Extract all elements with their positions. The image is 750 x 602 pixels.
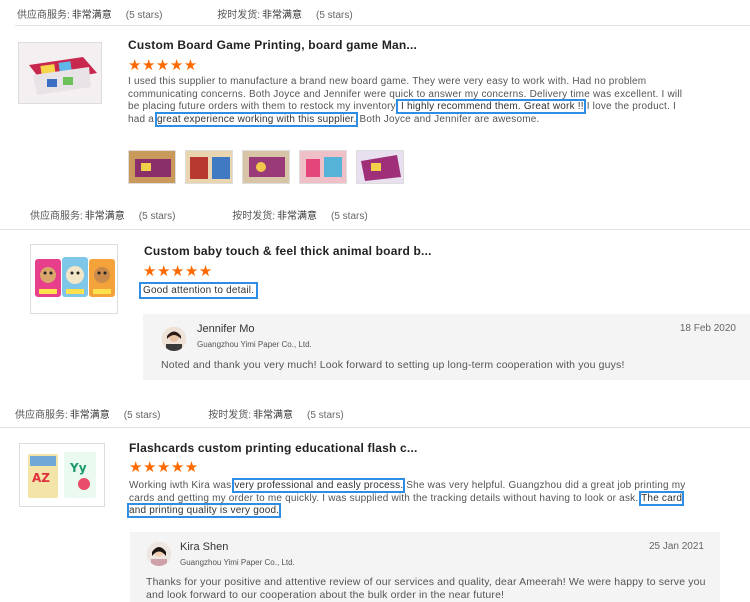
rating-stars: ★★★★★ [129, 459, 199, 476]
on-time-value: 非常满意 [277, 211, 318, 222]
supplier-service-stars: (5 stars) [123, 410, 161, 421]
supplier-service-stars: (5 stars) [138, 211, 176, 222]
svg-text:Yy: Yy [69, 461, 87, 475]
rating-summary-2: 供应商服务: 非常满意 (5 stars) 按时发货: 非常满意 (5 stars) [30, 207, 368, 222]
highlighted-phrase: I highly recommend them. Great work !! [396, 99, 586, 114]
review-block-3: 供应商服务: 非常满意 (5 stars) 按时发货: 非常满意 (5 stars) A… [0, 397, 750, 602]
supplier-reply: Jennifer Mo Guangzhou Yimi Paper Co., Lt… [143, 314, 750, 380]
review-text-part: Both Joyce and Jennifer are awesome. [356, 113, 540, 125]
on-time-label: 按时发货: [232, 211, 276, 222]
supplier-service-value: 非常满意 [69, 410, 110, 421]
supplier-service-label: 供应商服务: [17, 10, 70, 21]
reply-text: Thanks for your positive and attentive r… [146, 576, 706, 601]
supplier-service-value: 非常满意 [71, 10, 112, 21]
divider [15, 25, 750, 26]
review-photo[interactable] [128, 150, 176, 184]
reply-date: 18 Feb 2020 [679, 323, 736, 334]
review-photo[interactable] [356, 150, 404, 184]
review-photo[interactable] [242, 150, 290, 184]
supplier-service-stars: (5 stars) [125, 10, 163, 21]
rating-stars: ★★★★★ [143, 263, 213, 280]
replier-company: Guangzhou Yimi Paper Co., Ltd. [197, 340, 312, 349]
product-title[interactable]: Flashcards custom printing educational f… [129, 441, 418, 455]
review-photo[interactable] [299, 150, 347, 184]
product-thumbnail[interactable] [18, 42, 102, 104]
replier-company: Guangzhou Yimi Paper Co., Ltd. [180, 558, 295, 567]
supplier-reply: Kira Shen Guangzhou Yimi Paper Co., Ltd.… [130, 532, 720, 602]
product-thumbnail[interactable] [30, 244, 118, 314]
highlighted-phrase: Good attention to detail. [138, 282, 259, 299]
avatar [162, 327, 186, 351]
divider [0, 229, 750, 230]
supplier-service-label: 供应商服务: [30, 211, 83, 222]
supplier-service-label: 供应商服务: [15, 410, 68, 421]
on-time-label: 按时发货: [217, 10, 261, 21]
divider [0, 427, 750, 428]
on-time-value: 非常满意 [253, 410, 294, 421]
avatar [147, 542, 171, 566]
review-block-1: 供应商服务: 非常满意 (5 stars) 按时发货: 非常满意 (5 stars) C… [0, 0, 750, 197]
replier-name: Kira Shen [180, 541, 229, 553]
on-time-value: 非常满意 [262, 10, 303, 21]
on-time-stars: (5 stars) [316, 10, 353, 21]
svg-text:AZ: AZ [32, 471, 50, 485]
supplier-service-value: 非常满意 [84, 211, 125, 222]
product-title[interactable]: Custom baby touch & feel thick animal bo… [144, 244, 432, 258]
product-title[interactable]: Custom Board Game Printing, board game M… [128, 38, 417, 52]
on-time-stars: (5 stars) [331, 211, 368, 222]
review-text: Working iwth Kira was very professional … [126, 478, 691, 518]
review-photo[interactable] [185, 150, 233, 184]
highlighted-phrase: great experience working with this suppl… [155, 111, 359, 127]
on-time-label: 按时发货: [208, 410, 252, 421]
replier-name: Jennifer Mo [197, 323, 255, 335]
rating-summary-1: 供应商服务: 非常满意 (5 stars) 按时发货: 非常满意 (5 stars) [17, 6, 353, 21]
review-text: Good attention to detail. [138, 282, 701, 299]
highlighted-phrase: very professional and easly process. [232, 478, 406, 493]
product-thumbnail[interactable]: AZ Yy [19, 443, 105, 507]
reply-date: 25 Jan 2021 [648, 541, 704, 552]
rating-stars: ★★★★★ [128, 57, 198, 74]
review-text: I used this supplier to manufacture a br… [128, 76, 690, 127]
rating-summary-3: 供应商服务: 非常满意 (5 stars) 按时发货: 非常满意 (5 stars) [15, 406, 344, 421]
review-text-part: Working iwth Kira was [129, 480, 235, 491]
reply-text: Noted and thank you very much! Look forw… [161, 359, 625, 371]
on-time-stars: (5 stars) [307, 410, 344, 421]
review-block-2: 供应商服务: 非常满意 (5 stars) 按时发货: 非常满意 (5 stars) C… [0, 198, 750, 386]
